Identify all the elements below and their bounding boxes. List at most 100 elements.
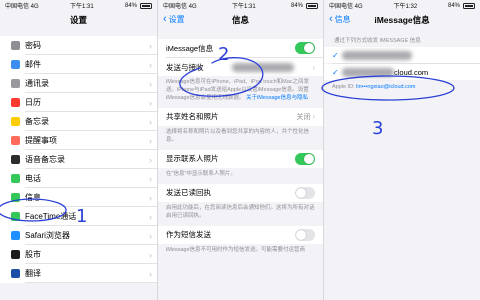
settings-row[interactable]: 提醒事项 › <box>0 131 157 150</box>
settings-row-label: 日历 <box>25 98 41 107</box>
imessage-toggle[interactable] <box>295 42 315 54</box>
imessage-note: iMessage信息可在iPhone、iPad、iPod touch和Mac之间… <box>166 79 310 101</box>
stocks-icon <box>11 250 20 259</box>
mail-icon <box>11 60 20 69</box>
contacts-icon <box>11 79 20 88</box>
share-name-label: 共享姓名和照片 <box>166 112 219 122</box>
settings-row[interactable]: 语音备忘录 › <box>0 150 157 169</box>
nav-bar: ‹ 设置 信息 <box>158 11 323 28</box>
apple-id-value[interactable]: lin•••ngxiao@icloud.com <box>356 84 415 90</box>
carrier-label: 中国电信 4G <box>329 4 363 10</box>
settings-row-label: 语音备忘录 <box>25 155 65 164</box>
chevron-right-icon: › <box>312 62 315 72</box>
chevron-right-icon: › <box>149 59 152 70</box>
chevron-right-icon: › <box>149 135 152 146</box>
read-receipts-label: 发送已读回执 <box>166 188 211 198</box>
settings-row-label: 通讯录 <box>25 79 49 88</box>
apple-id-line: Apple ID: lin•••ngxiao@icloud.com <box>324 80 480 97</box>
safari-icon <box>11 231 20 240</box>
reminders-icon <box>11 136 20 145</box>
messages-panel: 中国电信 4G 下午1:31 84% ‹ 设置 信息 iMessage信息 发送与… <box>157 0 323 300</box>
back-button[interactable]: ‹ 信息 <box>329 11 351 28</box>
settings-row[interactable]: 日历 › <box>0 93 157 112</box>
battery-percent: 84% <box>290 2 303 9</box>
chevron-right-icon: › <box>149 211 152 222</box>
section-header: 通过下列方式收发 IMESSAGE 信息 <box>334 38 421 44</box>
carrier-label: 中国电信 4G <box>5 4 39 10</box>
nav-bar: ‹ 信息 iMessage信息 <box>324 11 480 28</box>
privacy-link[interactable]: 关于iMessage信息与隐私 <box>246 95 308 101</box>
settings-panel: 中国电信 4G 下午1:31 84% 设置 密码 › 邮件 › 通讯录 › 日历 › 备忘录 › 提… <box>0 0 157 300</box>
apple-id-label: Apple ID: <box>332 84 355 90</box>
back-button[interactable]: ‹ 设置 <box>163 11 185 28</box>
send-receive-label: 发送与接收 <box>166 62 204 72</box>
chevron-right-icon: › <box>149 268 152 279</box>
settings-row[interactable]: 备忘录 › <box>0 112 157 131</box>
read-receipts-note: 启用此功能后，在您阅读信息后会通知他们。这将为所有对话启用已读回执。 <box>166 204 315 219</box>
sms-toggle[interactable] <box>295 228 315 241</box>
read-receipts-row: 发送已读回执 <box>158 184 323 202</box>
sms-row: 作为短信发送 <box>158 226 323 244</box>
contact-photos-row: 显示联系人照片 <box>158 150 323 168</box>
redacted-address <box>342 50 412 60</box>
settings-row-label: 备忘录 <box>25 117 49 126</box>
battery-icon <box>463 2 475 9</box>
settings-row-label: 信息 <box>25 193 41 202</box>
back-label: 设置 <box>168 15 185 24</box>
back-label: 信息 <box>334 15 351 24</box>
settings-row[interactable]: 邮件 › <box>0 55 157 74</box>
settings-row-label: 密码 <box>25 41 41 50</box>
chevron-right-icon: › <box>149 154 152 165</box>
chevron-right-icon: › <box>149 173 152 184</box>
battery-percent: 84% <box>447 2 460 9</box>
status-bar: 中国电信 4G 下午1:32 84% <box>324 0 480 11</box>
redacted-value <box>232 62 294 72</box>
sms-note: iMessage信息不可用时作为短信发送。可能需要付运营商 <box>166 246 306 253</box>
chevron-left-icon: ‹ <box>329 13 333 25</box>
redacted-address <box>342 67 394 77</box>
phone-icon <box>11 174 20 183</box>
chevron-right-icon: › <box>312 112 315 122</box>
sms-label: 作为短信发送 <box>166 230 211 240</box>
settings-row-label: 翻译 <box>25 269 41 278</box>
contact-photos-toggle[interactable] <box>295 152 315 165</box>
carrier-label: 中国电信 4G <box>163 4 197 10</box>
page-title: iMessage信息 <box>374 14 430 25</box>
address-row-1[interactable]: ✓ <box>324 47 480 63</box>
settings-row[interactable]: 信息 › <box>0 188 157 207</box>
status-bar: 中国电信 4G 下午1:31 84% <box>0 0 157 11</box>
battery-percent: 84% <box>124 2 137 9</box>
chevron-right-icon: › <box>149 97 152 108</box>
address-row-2[interactable]: ✓ cloud.com <box>324 64 480 80</box>
settings-row-label: Safari浏览器 <box>25 231 70 240</box>
settings-row[interactable]: 股市 › <box>0 245 157 264</box>
imessage-label: iMessage信息 <box>166 43 214 53</box>
status-bar: 中国电信 4G 下午1:31 84% <box>158 0 323 11</box>
calendar-icon <box>11 98 20 107</box>
settings-row[interactable]: FaceTime通话 › <box>0 207 157 226</box>
settings-row[interactable]: Safari浏览器 › <box>0 226 157 245</box>
share-name-row[interactable]: 共享姓名和照片 关闭 › <box>158 108 323 126</box>
settings-row[interactable]: 电话 › <box>0 169 157 188</box>
chevron-right-icon: › <box>149 78 152 89</box>
nav-bar: 设置 <box>0 11 157 28</box>
settings-row-label: 股市 <box>25 250 41 259</box>
settings-row[interactable]: 翻译 › <box>0 264 157 283</box>
checkmark-icon: ✓ <box>332 67 339 77</box>
chevron-right-icon: › <box>149 230 152 241</box>
time-label: 下午1:31 <box>231 4 256 10</box>
chevron-left-icon: ‹ <box>163 13 167 25</box>
settings-row[interactable]: 密码 › <box>0 36 157 55</box>
settings-list: 密码 › 邮件 › 通讯录 › 日历 › 备忘录 › 提醒事项 › 语音备忘录 › 电话 › 信息 › FaceTi… <box>0 36 157 283</box>
contact-photos-note: 在"信息"中显示联系人照片。 <box>166 170 236 177</box>
translate-icon <box>11 269 20 278</box>
time-label: 下午1:32 <box>393 4 418 10</box>
share-name-value: 关闭 <box>296 113 311 121</box>
chevron-right-icon: › <box>149 116 152 127</box>
messages-icon <box>11 193 20 202</box>
send-receive-row[interactable]: 发送与接收 › <box>158 58 323 76</box>
share-name-note: 选择将名称和照片以及看到您共享的内容的人，共个性化信息。 <box>166 128 310 143</box>
read-receipts-toggle[interactable] <box>295 186 315 199</box>
settings-row[interactable]: 通讯录 › <box>0 74 157 93</box>
battery-icon <box>140 2 152 9</box>
